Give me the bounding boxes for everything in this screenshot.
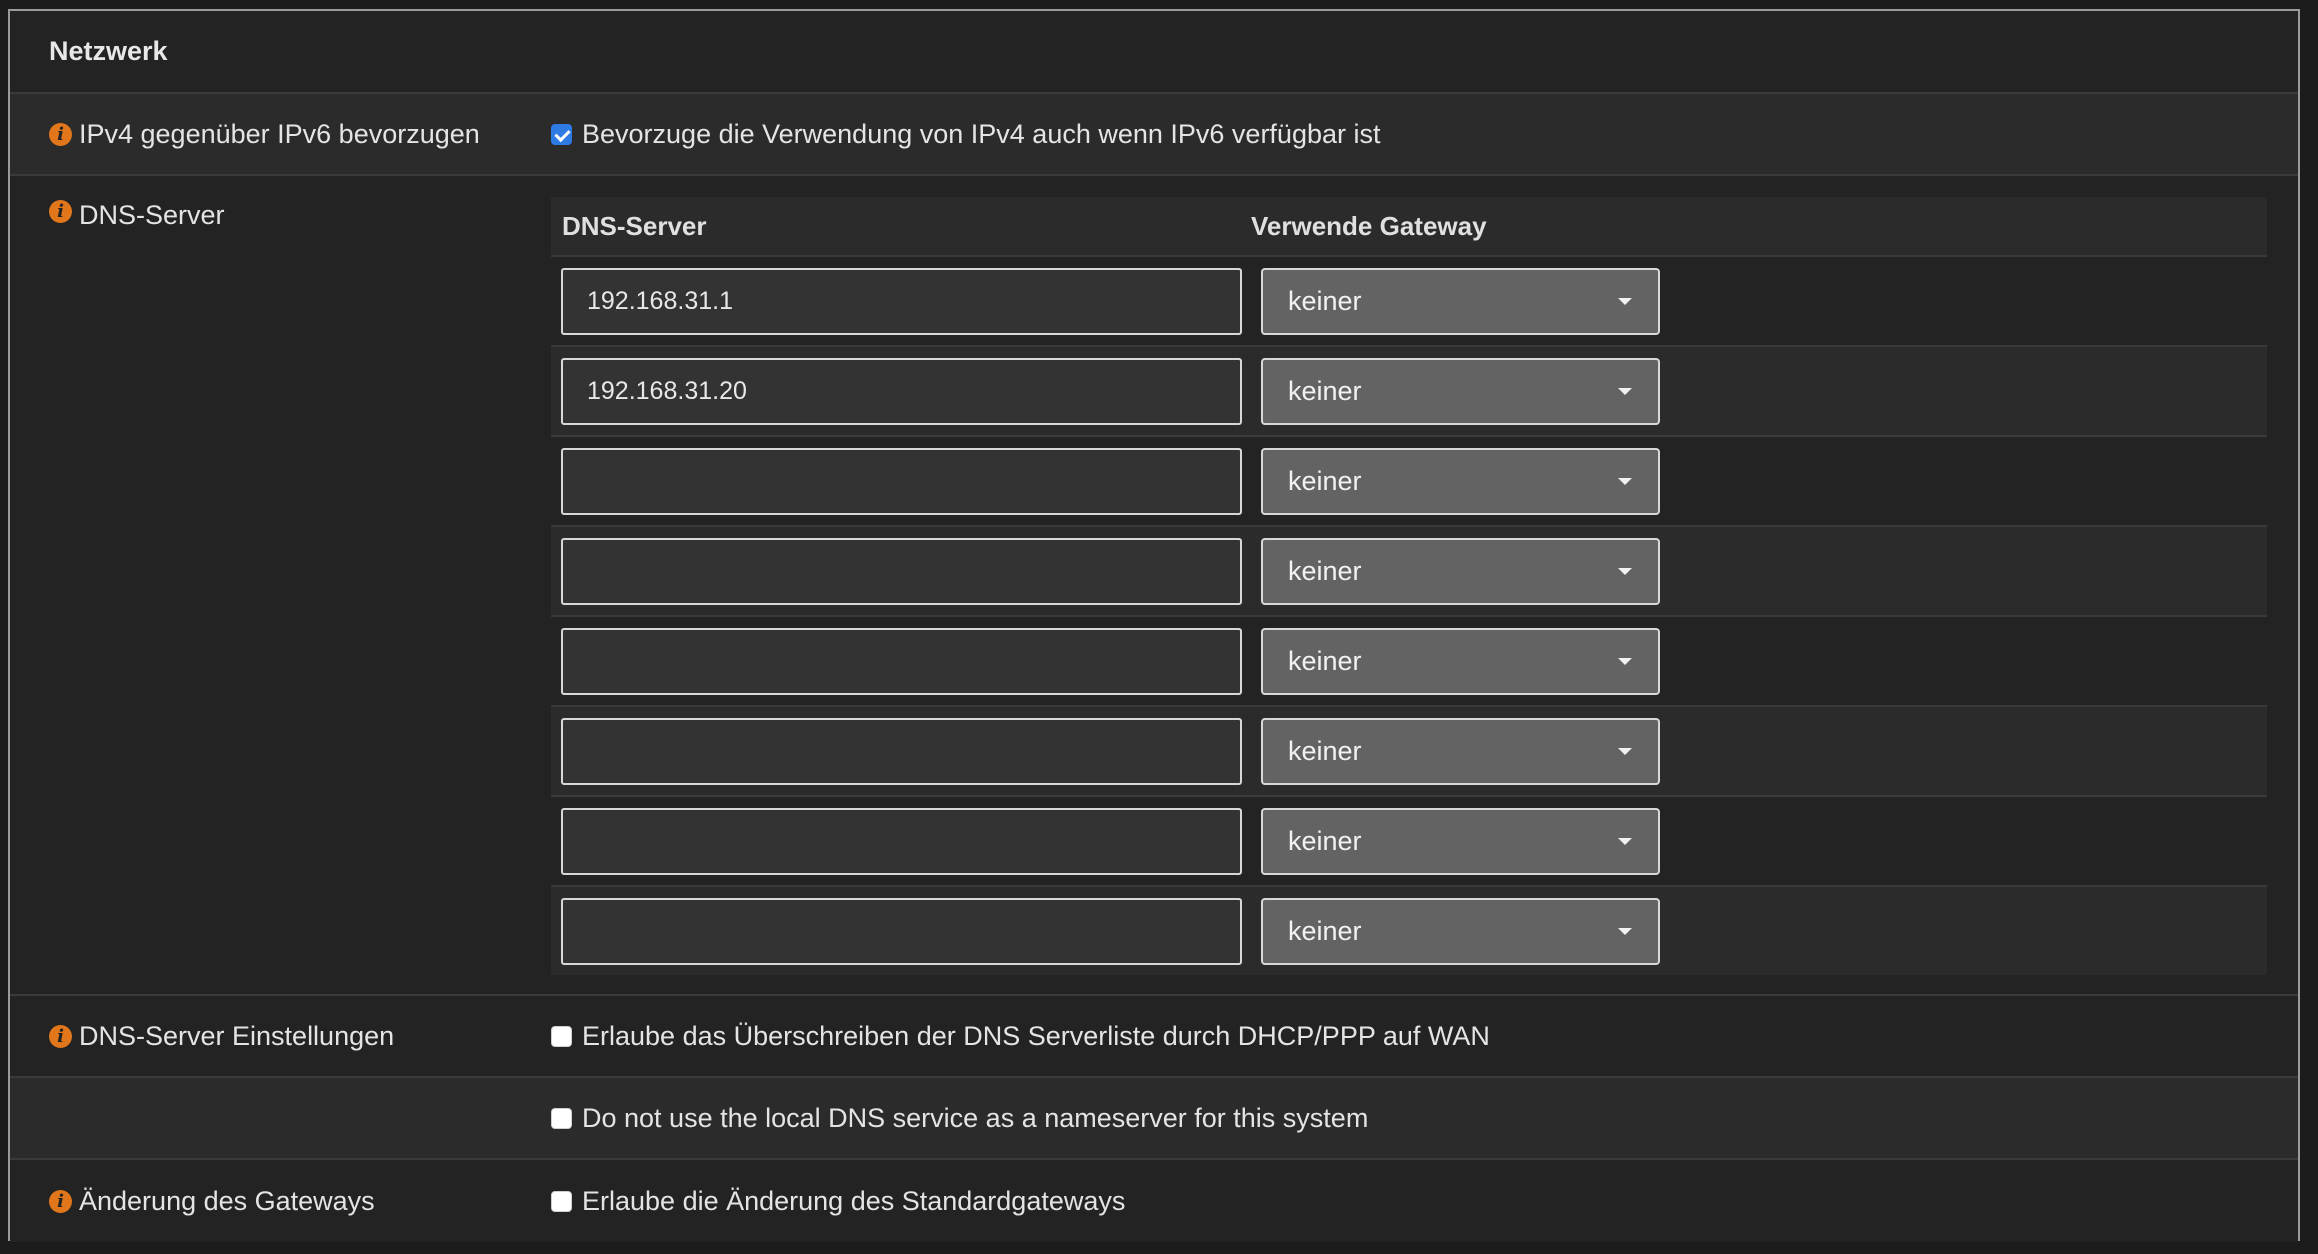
dns-server-value-cell: DNS-Server Verwende Gateway keiner keine… [551,176,2298,994]
allow-gateway-change-label[interactable]: Erlaube die Änderung des Standardgateway… [582,1186,1125,1217]
dns-server-input[interactable] [561,897,1242,965]
ipv4-preference-checkbox[interactable] [551,123,572,145]
info-icon[interactable]: i [49,1189,72,1213]
gateway-select[interactable]: keiner [1261,267,1660,335]
no-local-dns-label[interactable]: Do not use the local DNS service as a na… [582,1103,1368,1134]
gateway-column-header: Verwende Gateway [1251,210,1487,241]
caret-down-icon [1618,927,1632,935]
gateway-select-value: keiner [1288,825,1362,856]
gateway-change-label: Änderung des Gateways [79,1185,375,1216]
gateway-select[interactable]: keiner [1261,897,1660,965]
gateway-select[interactable]: keiner [1261,357,1660,425]
dns-server-input[interactable] [561,717,1242,785]
allow-dns-override-label[interactable]: Erlaube das Überschreiben der DNS Server… [582,1021,1490,1052]
gateway-select[interactable]: keiner [1261,807,1660,875]
ipv4-preference-value-cell: Bevorzuge die Verwendung von IPv4 auch w… [551,94,2298,174]
dns-table-row: keiner [551,707,2267,797]
gateway-change-row: i Änderung des Gateways Erlaube die Ände… [10,1160,2298,1242]
allow-gateway-change-checkbox[interactable] [551,1190,572,1212]
caret-down-icon [1618,477,1632,485]
dns-server-input[interactable] [561,357,1242,425]
dns-table-header: DNS-Server Verwende Gateway [551,197,2267,257]
dns-server-input[interactable] [561,627,1242,695]
no-local-dns-checkbox[interactable] [551,1107,572,1129]
allow-dns-override-checkbox[interactable] [551,1025,572,1047]
gateway-select-value: keiner [1288,555,1362,586]
ipv4-preference-row: i IPv4 gegenüber IPv6 bevorzugen Bevorzu… [10,94,2298,176]
dns-server-input[interactable] [561,447,1242,515]
dns-table-row: keiner [551,617,2267,707]
gateway-select[interactable]: keiner [1261,537,1660,605]
network-settings-panel: Netzwerk i IPv4 gegenüber IPv6 bevorzuge… [8,9,2300,1242]
ipv4-preference-checkbox-label[interactable]: Bevorzuge die Verwendung von IPv4 auch w… [582,119,1381,150]
dns-server-row: i DNS-Server DNS-Server Verwende Gateway… [10,176,2298,996]
dns-server-input[interactable] [561,267,1242,335]
no-local-dns-value-cell: Do not use the local DNS service as a na… [551,1078,2298,1158]
gateway-change-value-cell: Erlaube die Änderung des Standardgateway… [551,1160,2298,1242]
dns-server-label: DNS-Server [79,200,225,230]
panel-title: Netzwerk [49,36,168,66]
allow-gateway-change-option[interactable]: Erlaube die Änderung des Standardgateway… [551,1186,1125,1217]
panel-header: Netzwerk [10,11,2298,94]
gateway-select-value: keiner [1288,735,1362,766]
dns-server-input[interactable] [561,537,1242,605]
dns-settings-row: i DNS-Server Einstellungen Erlaube das Ü… [10,996,2298,1078]
dns-server-label-cell: i DNS-Server [10,176,551,994]
ipv4-preference-label-cell: i IPv4 gegenüber IPv6 bevorzugen [10,94,551,174]
gateway-change-label-cell: i Änderung des Gateways [10,1160,551,1242]
caret-down-icon [1618,837,1632,845]
dns-table-row: keiner [551,887,2267,975]
dns-table-row: keiner [551,347,2267,437]
no-local-dns-label-cell [10,1078,551,1158]
gateway-select-value: keiner [1288,645,1362,676]
ipv4-preference-option[interactable]: Bevorzuge die Verwendung von IPv4 auch w… [551,119,1381,150]
caret-down-icon [1618,567,1632,575]
dns-server-column-header: DNS-Server [562,210,707,241]
caret-down-icon [1618,747,1632,755]
gateway-select-value: keiner [1288,915,1362,946]
info-icon[interactable]: i [49,200,72,223]
dns-table-row: keiner [551,527,2267,617]
info-icon[interactable]: i [49,1024,72,1048]
allow-dns-override-option[interactable]: Erlaube das Überschreiben der DNS Server… [551,1021,1490,1052]
gateway-select-value: keiner [1288,375,1362,406]
dns-table-row: keiner [551,257,2267,347]
gateway-select[interactable]: keiner [1261,717,1660,785]
caret-down-icon [1618,387,1632,395]
caret-down-icon [1618,657,1632,665]
no-local-dns-option[interactable]: Do not use the local DNS service as a na… [551,1103,1368,1134]
dns-table-row: keiner [551,797,2267,887]
dns-server-input[interactable] [561,807,1242,875]
dns-settings-value-cell: Erlaube das Überschreiben der DNS Server… [551,996,2298,1076]
dns-table-row: keiner [551,437,2267,527]
dns-settings-label: DNS-Server Einstellungen [79,1020,395,1051]
info-icon[interactable]: i [49,122,72,146]
gateway-select[interactable]: keiner [1261,627,1660,695]
dns-settings-label-cell: i DNS-Server Einstellungen [10,996,551,1076]
no-local-dns-row: Do not use the local DNS service as a na… [10,1078,2298,1160]
gateway-select-value: keiner [1288,285,1362,316]
caret-down-icon [1618,297,1632,305]
gateway-select[interactable]: keiner [1261,447,1660,515]
dns-server-table: DNS-Server Verwende Gateway keiner keine… [551,197,2267,975]
gateway-select-value: keiner [1288,465,1362,496]
ipv4-preference-label: IPv4 gegenüber IPv6 bevorzugen [79,118,480,149]
